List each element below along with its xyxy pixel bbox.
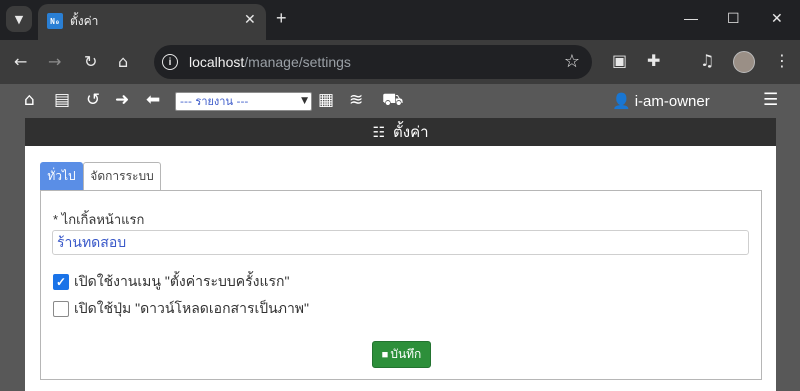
app-toolbar: ⌂ ▤ ↺ ➜ ⬅ --- รายงาน --- ▼ ▦ ≋ ⛟ 👤 i-am-o… — [0, 84, 800, 118]
url-text[interactable]: localhost/manage/settings — [189, 54, 351, 70]
greeting-label: * ไกเกิ้ลหน้าแรก — [53, 212, 145, 227]
greeting-input[interactable]: ร้านทดสอบ — [52, 230, 749, 255]
address-bar-row: ← → ↻ ⌂ i localhost/manage/settings ☆ ▣ … — [0, 40, 800, 84]
setup-menu-checkbox[interactable]: ✓ — [53, 274, 69, 290]
setup-menu-checkbox-row[interactable]: ✓ เปิดใช้งานเมนู "ตั้งค่าระบบครั้งแรก" — [53, 271, 290, 293]
setup-menu-checkbox-label: เปิดใช้งานเมนู "ตั้งค่าระบบครั้งแรก" — [74, 273, 290, 289]
settings-panel: * ไกเกิ้ลหน้าแรก ร้านทดสอบ ✓ เปิดใช้งานเ… — [40, 190, 762, 380]
close-tab-icon[interactable]: ✕ — [244, 12, 256, 28]
user-icon: 👤 — [612, 93, 631, 110]
user-menu[interactable]: 👤 i-am-owner — [612, 92, 710, 110]
tab-general[interactable]: ทั่วไป — [40, 162, 83, 190]
new-tab-button[interactable]: + — [276, 8, 287, 29]
omnibox[interactable]: i localhost/manage/settings ☆ — [154, 45, 592, 79]
truck-icon[interactable]: ⛟ — [382, 90, 403, 112]
browser-tab[interactable]: N₀ ตั้งค่า ✕ — [38, 4, 266, 40]
profile-avatar[interactable] — [733, 51, 755, 73]
favicon-icon: N₀ — [47, 13, 63, 29]
back-icon[interactable]: ← — [14, 52, 27, 71]
user-name: i-am-owner — [634, 93, 710, 110]
main-content: ทั่วไป จัดการระบบ * ไกเกิ้ลหน้าแรก ร้านท… — [25, 146, 776, 391]
tab-search-button[interactable]: ▼ — [6, 6, 32, 32]
calendar-icon[interactable]: ▦ — [318, 90, 334, 110]
close-window-icon[interactable]: ✕ — [771, 10, 783, 27]
chevron-down-icon: ▼ — [301, 96, 308, 106]
site-info-icon[interactable]: i — [162, 54, 178, 70]
page-title: ตั้งค่า — [393, 124, 429, 141]
sliders-icon: ☷ — [372, 124, 386, 140]
bookmark-star-icon[interactable]: ☆ — [564, 51, 580, 72]
download-image-checkbox[interactable] — [53, 301, 69, 317]
reload-icon[interactable]: ↻ — [84, 52, 97, 71]
download-image-checkbox-label: เปิดใช้ปุ่ม "ดาวน์โหลดเอกสารเป็นภาพ" — [74, 300, 310, 316]
screen-share-icon[interactable]: ▣ — [612, 51, 627, 70]
minimize-icon[interactable]: — — [684, 10, 698, 26]
cash-register-icon[interactable]: ▤ — [54, 90, 70, 110]
browser-tab-bar: ▼ N₀ ตั้งค่า ✕ + — ☐ ✕ — [0, 0, 800, 40]
home-icon[interactable]: ⌂ — [118, 52, 128, 71]
tab-title: ตั้งค่า — [70, 14, 99, 28]
layers-icon[interactable]: ≋ — [349, 90, 363, 110]
hamburger-menu-icon[interactable]: ☰ — [763, 90, 778, 110]
media-control-icon[interactable]: ♫ — [700, 51, 714, 70]
extensions-icon[interactable]: ✚ — [647, 51, 660, 70]
report-select[interactable]: --- รายงาน --- ▼ — [175, 92, 312, 111]
chevron-down-icon: ▼ — [14, 12, 24, 26]
download-image-checkbox-row[interactable]: เปิดใช้ปุ่ม "ดาวน์โหลดเอกสารเป็นภาพ" — [53, 298, 309, 320]
undo-icon[interactable]: ↺ — [86, 90, 100, 110]
arrow-left-circle-icon[interactable]: ⬅ — [146, 90, 160, 110]
more-menu-icon[interactable]: ⋮ — [774, 51, 790, 70]
maximize-icon[interactable]: ☐ — [727, 10, 740, 27]
floppy-disk-icon: ■ — [381, 349, 389, 361]
arrow-right-circle-icon[interactable]: ➜ — [115, 90, 129, 110]
page-header: ☷ ตั้งค่า — [25, 118, 776, 146]
save-button[interactable]: ■ บันทึก — [372, 341, 431, 368]
home-icon[interactable]: ⌂ — [24, 90, 35, 110]
forward-icon[interactable]: → — [48, 52, 61, 71]
tab-system-management[interactable]: จัดการระบบ — [83, 162, 161, 190]
